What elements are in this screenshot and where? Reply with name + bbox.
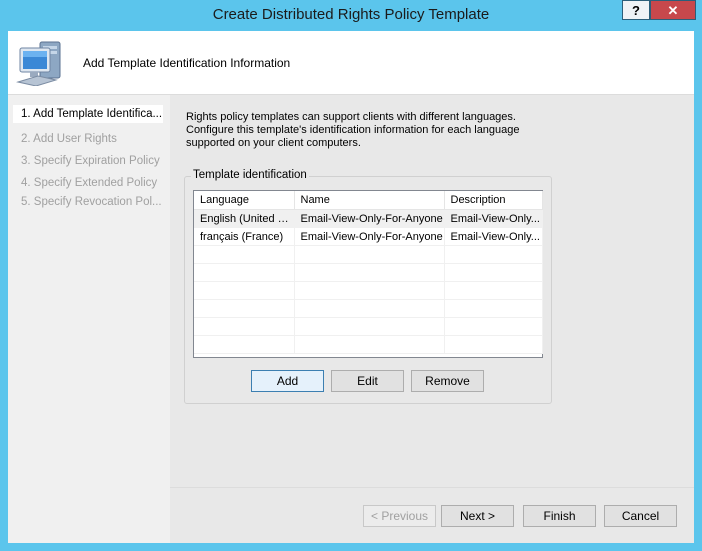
wizard-main: Rights policy templates can support clie… [170,95,694,543]
cell-description: Email-View-Only... [444,227,543,246]
column-header-description[interactable]: Description [444,191,543,210]
finish-button[interactable]: Finish [523,505,596,527]
empty-row [194,263,543,282]
remove-button[interactable]: Remove [411,370,484,392]
nav-step-template-identification[interactable]: 1. Add Template Identifica... [13,105,163,123]
window-title: Create Distributed Rights Policy Templat… [212,6,490,23]
column-header-language[interactable]: Language [194,191,295,210]
list-header-row: Language Name Description [194,191,543,210]
cell-name: Email-View-Only-For-Anyone [294,209,445,228]
column-header-name[interactable]: Name [294,191,445,210]
table-row[interactable]: English (United S... Email-View-Only-For… [194,209,543,228]
empty-row [194,317,543,336]
nav-step-extended-policy: 4. Specify Extended Policy [21,177,158,189]
empty-row [194,245,543,264]
edit-button[interactable]: Edit [331,370,404,392]
cell-name: Email-View-Only-For-Anyone [294,227,445,246]
nav-step-revocation-policy: 5. Specify Revocation Pol... [21,196,162,208]
cell-language: français (France) [194,227,295,246]
template-identification-group: Template identification Language Name De… [184,169,552,404]
nav-step-user-rights: 2. Add User Rights [21,133,117,145]
wizard-nav: 1. Add Template Identifica... 2. Add Use… [8,95,168,543]
computer-icon [16,41,61,86]
help-button[interactable]: ? [622,0,650,20]
table-row[interactable]: français (France) Email-View-Only-For-An… [194,227,543,246]
empty-row [194,335,543,354]
empty-row [194,281,543,300]
wizard-header: Add Template Identification Information [8,31,694,95]
footer-divider [170,487,694,488]
wizard-step-heading: Add Template Identification Information [83,56,291,70]
title-bar[interactable]: Create Distributed Rights Policy Templat… [0,0,702,31]
close-button[interactable]: ✕ [650,0,696,20]
previous-button[interactable]: < Previous [363,505,436,527]
cell-description: Email-View-Only... [444,209,543,228]
next-button[interactable]: Next > [441,505,514,527]
intro-text: Rights policy templates can support clie… [186,111,520,149]
dialog-client: Add Template Identification Information … [8,31,694,543]
add-button[interactable]: Add [251,370,324,392]
cancel-button[interactable]: Cancel [604,505,677,527]
dialog-window: Create Distributed Rights Policy Templat… [0,0,702,551]
cell-language: English (United S... [194,209,295,228]
nav-step-expiration-policy: 3. Specify Expiration Policy [21,155,160,167]
group-label: Template identification [191,169,309,181]
empty-row [194,299,543,318]
language-list[interactable]: Language Name Description English (Unite… [193,190,543,358]
